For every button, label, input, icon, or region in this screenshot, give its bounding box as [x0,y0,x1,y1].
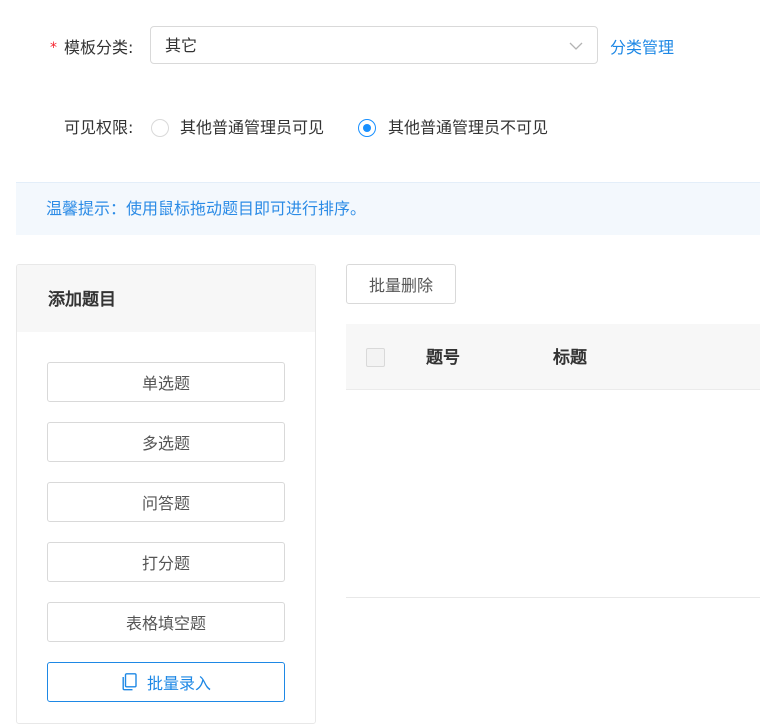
single-choice-button[interactable]: 单选题 [47,362,285,402]
add-question-title: 添加题目 [48,290,116,310]
batch-input-button[interactable]: 批量录入 [47,662,285,702]
category-select[interactable]: 其它 [150,26,598,64]
multiple-choice-button[interactable]: 多选题 [47,422,285,462]
category-select-value: 其它 [165,36,198,55]
add-question-panel-header: 添加题目 [17,265,315,332]
column-header-number: 题号 [426,348,460,368]
copy-icon [122,673,137,691]
question-answer-button[interactable]: 问答题 [47,482,285,522]
required-mark: * [50,40,57,56]
column-header-title: 标题 [553,348,587,368]
visibility-option-visible-label[interactable]: 其他普通管理员可见 [180,116,324,140]
chevron-down-icon [569,42,583,50]
batch-delete-button[interactable]: 批量删除 [346,264,456,304]
visibility-radio-invisible[interactable] [358,119,376,137]
visibility-label: 可见权限: [64,118,134,137]
category-label: 模板分类: [64,38,134,57]
table-fill-button[interactable]: 表格填空题 [47,602,285,642]
add-question-panel: 添加题目 单选题 多选题 问答题 打分题 表格填空题 批量录入 [16,264,316,724]
batch-input-label: 批量录入 [146,674,211,693]
table-divider [346,597,760,598]
category-manage-link[interactable]: 分类管理 [610,36,674,60]
visibility-option-invisible-label[interactable]: 其他普通管理员不可见 [388,116,548,140]
rating-button[interactable]: 打分题 [47,542,285,582]
tip-bar: 温馨提示：使用鼠标拖动题目即可进行排序。 [16,182,760,235]
tip-text: 温馨提示：使用鼠标拖动题目即可进行排序。 [46,199,367,218]
question-table-header: 题号 标题 [346,324,760,390]
visibility-radio-visible[interactable] [151,119,169,137]
select-all-checkbox[interactable] [366,348,385,367]
